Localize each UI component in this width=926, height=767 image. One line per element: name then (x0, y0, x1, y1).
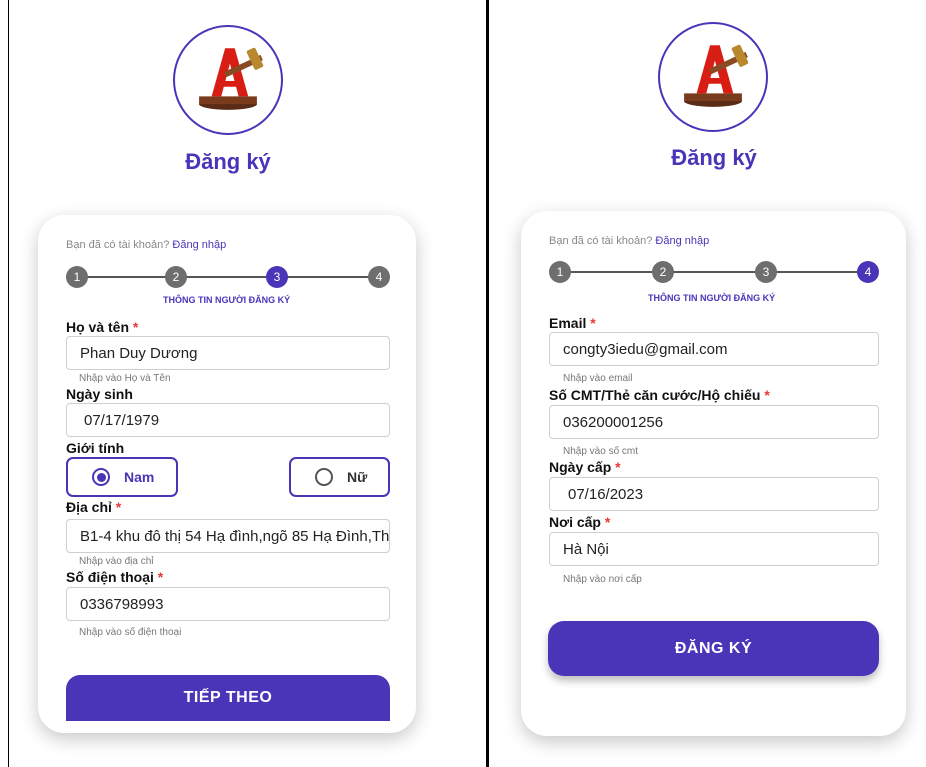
phone-label: Số điện thoại * (66, 569, 164, 585)
gender-female-label: Nữ (347, 469, 368, 485)
full-name-input[interactable]: Phan Duy Dương (66, 336, 390, 370)
panel-divider (486, 0, 489, 767)
logo (658, 22, 768, 132)
gavel-letter-a-logo-icon (199, 47, 264, 110)
gender-female-radio[interactable]: Nữ (289, 457, 390, 497)
login-prompt-text: Bạn đã có tài khoản? (549, 235, 653, 247)
step-3-active: 3 (266, 266, 288, 288)
step-3: 3 (755, 261, 777, 283)
step-1: 1 (66, 266, 88, 288)
gender-male-radio[interactable]: Nam (66, 457, 178, 497)
phone-hint: Nhập vào số điện thoại (79, 627, 182, 638)
step-4-active: 4 (857, 261, 879, 283)
email-hint: Nhập vào email (563, 373, 633, 384)
issue-date-label: Ngày cấp * (549, 459, 621, 475)
registration-card-step3: Bạn đã có tài khoản? Đăng nhập 1 2 3 4 T… (38, 215, 416, 733)
full-name-hint: Nhập vào Họ và Tên (79, 373, 171, 384)
address-input[interactable]: B1-4 khu đô thị 54 Hạ đình,ngõ 85 Hạ Đìn… (66, 519, 390, 553)
issue-place-input[interactable]: Hà Nội (549, 532, 879, 566)
id-number-label: Số CMT/Thẻ căn cước/Hộ chiếu * (549, 387, 770, 403)
logo (173, 25, 283, 135)
id-number-hint: Nhập vào số cmt (563, 446, 639, 457)
issue-date-input[interactable]: 07/16/2023 (549, 477, 879, 511)
phone-input[interactable]: 0336798993 (66, 587, 390, 621)
step-1: 1 (549, 261, 571, 283)
stepper-line (560, 271, 868, 273)
login-prompt-text: Bạn đã có tài khoản? (66, 239, 170, 251)
register-button[interactable]: ĐĂNG KÝ (548, 621, 879, 676)
registration-card-step4: Bạn đã có tài khoản? Đăng nhập 1 2 3 4 T… (521, 211, 906, 736)
email-label: Email * (549, 315, 596, 331)
issue-place-hint: Nhập vào nơi cấp (563, 574, 642, 585)
address-hint: Nhập vào địa chỉ (79, 556, 154, 567)
login-link[interactable]: Đăng nhập (655, 235, 709, 247)
gavel-letter-a-logo-icon (684, 44, 749, 107)
page-title: Đăng ký (185, 149, 271, 174)
next-button[interactable]: TIẾP THEO (66, 675, 390, 721)
login-prompt: Bạn đã có tài khoản? Đăng nhập (66, 239, 226, 251)
radio-checked-icon (92, 468, 110, 486)
dob-label: Ngày sinh (66, 386, 133, 402)
left-edge-line (8, 0, 9, 767)
issue-place-label: Nơi cấp * (549, 514, 611, 530)
step-caption: THÔNG TIN NGƯỜI ĐĂNG KÝ (648, 293, 776, 303)
gender-label: Giới tính (66, 440, 125, 456)
gender-male-label: Nam (124, 469, 155, 485)
radio-unchecked-icon (315, 468, 333, 486)
full-name-label: Họ và tên * (66, 319, 139, 335)
step-2: 2 (165, 266, 187, 288)
step-4: 4 (368, 266, 390, 288)
step-2: 2 (652, 261, 674, 283)
stepper: 1 2 3 4 (66, 266, 390, 288)
dob-input[interactable]: 07/17/1979 (66, 403, 390, 437)
stepper: 1 2 3 4 (549, 261, 879, 283)
login-link[interactable]: Đăng nhập (172, 239, 226, 251)
id-number-input[interactable]: 036200001256 (549, 405, 879, 439)
page-title: Đăng ký (671, 145, 757, 170)
address-label: Địa chỉ * (66, 499, 122, 515)
login-prompt: Bạn đã có tài khoản? Đăng nhập (549, 235, 709, 247)
step-caption: THÔNG TIN NGƯỜI ĐĂNG KÝ (163, 295, 291, 305)
stepper-line (77, 276, 379, 278)
email-input[interactable]: congty3iedu@gmail.com (549, 332, 879, 366)
